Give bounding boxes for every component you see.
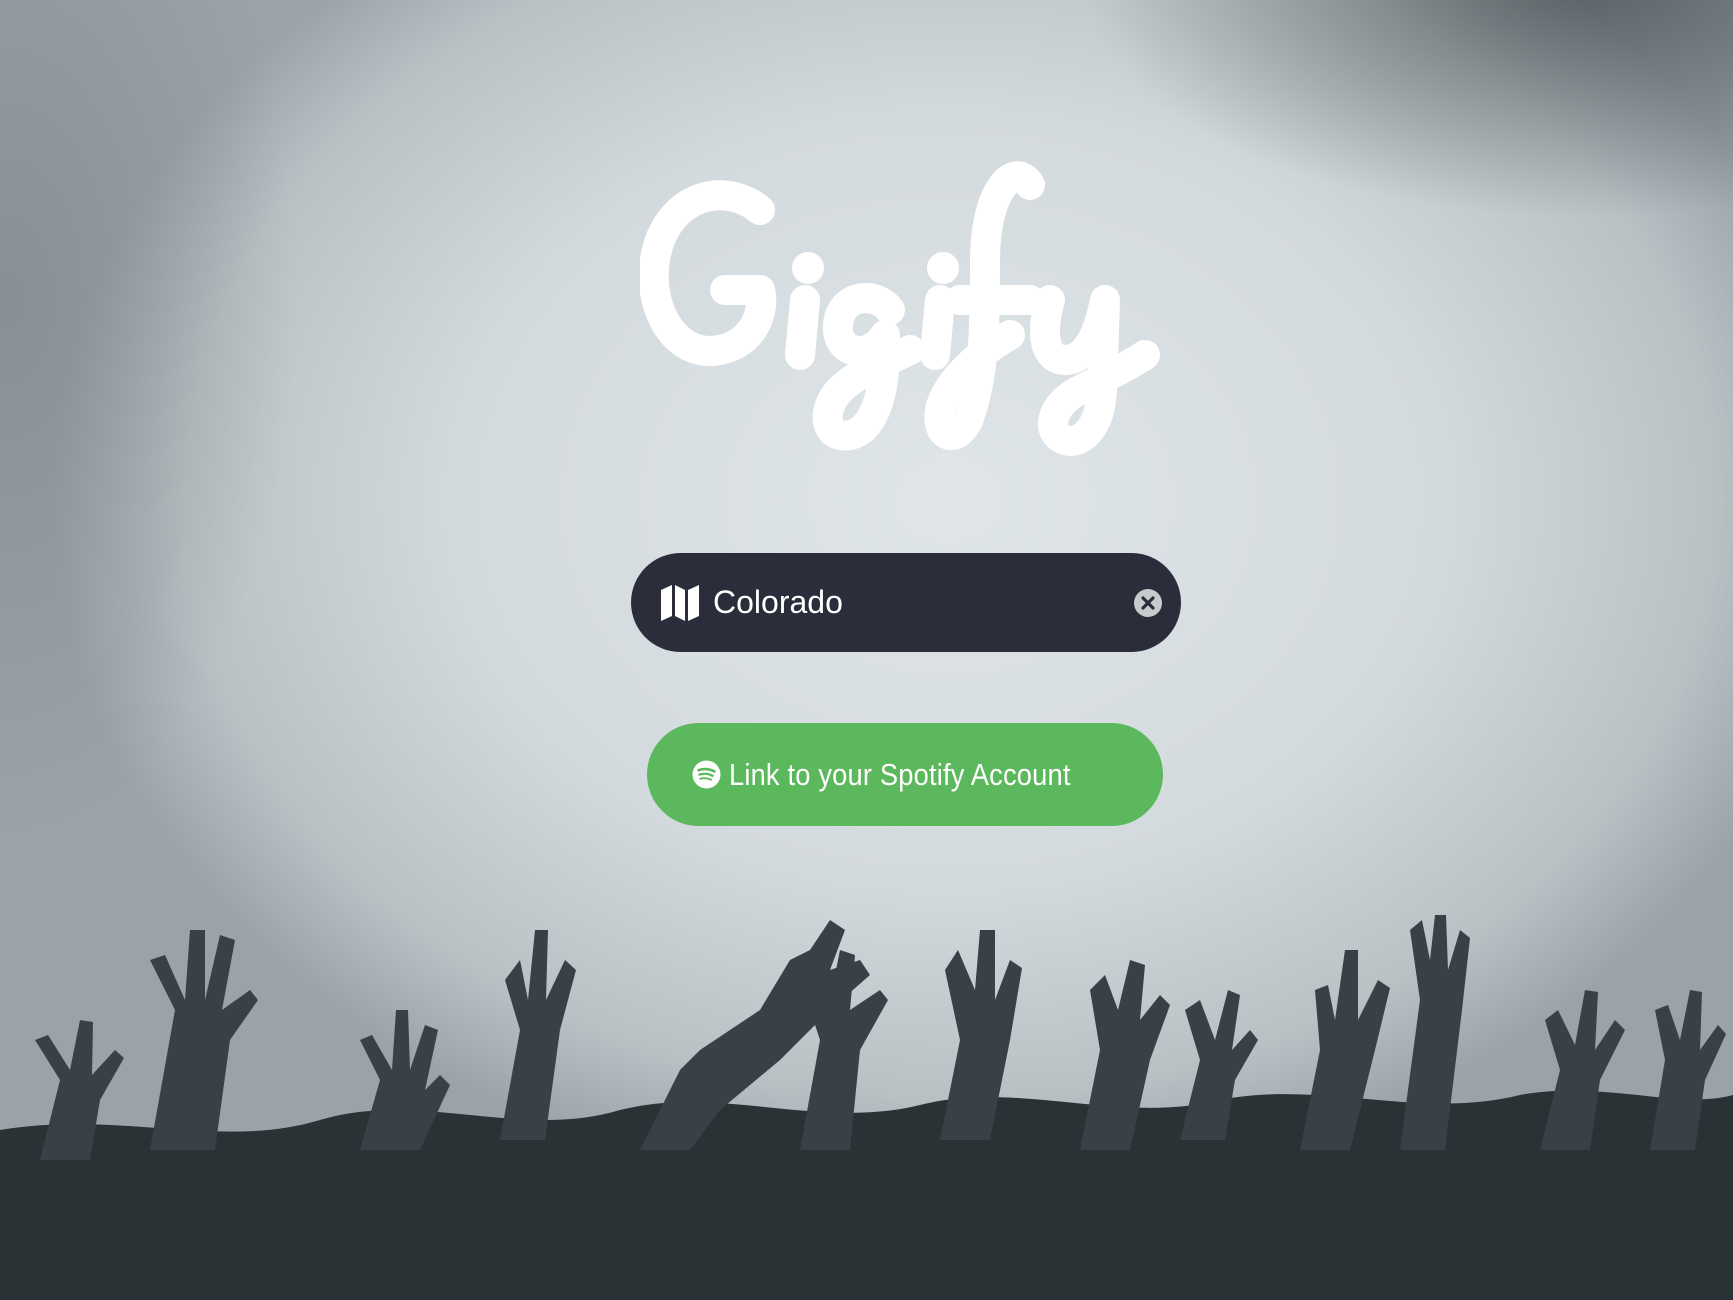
clear-icon[interactable] xyxy=(1133,588,1163,618)
location-input[interactable] xyxy=(713,572,1133,633)
gigify-logo-wordmark xyxy=(638,161,1160,456)
location-search-field[interactable] xyxy=(631,553,1181,652)
gigify-logo xyxy=(638,150,1180,470)
link-spotify-label: Link to your Spotify Account xyxy=(729,756,1071,792)
spotify-icon xyxy=(692,760,721,789)
logo-i-dot xyxy=(792,252,824,284)
logo-i-dot-2 xyxy=(927,252,959,284)
link-spotify-button[interactable]: Link to your Spotify Account xyxy=(647,723,1163,826)
map-icon xyxy=(659,582,701,624)
